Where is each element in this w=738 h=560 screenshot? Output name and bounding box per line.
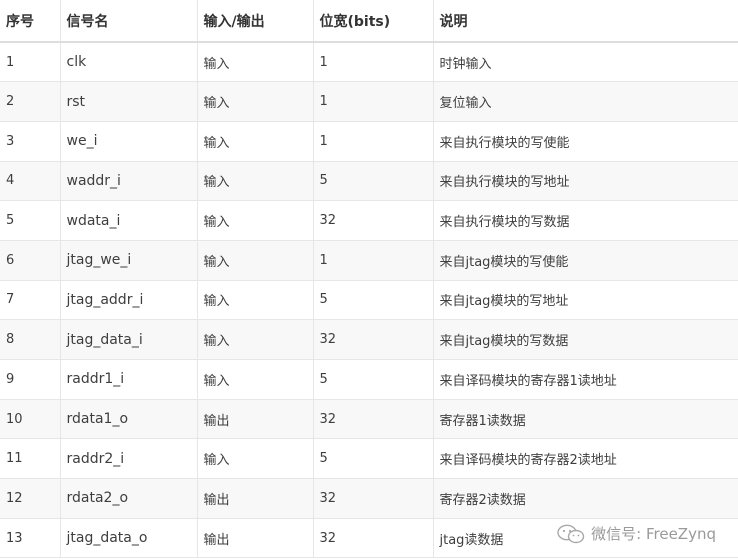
- cell-index: 11: [0, 438, 60, 480]
- cell-width: 5: [312, 359, 433, 400]
- cell-index: 2: [0, 81, 60, 122]
- cell-description: 来自译码模块的寄存器2读地址: [432, 438, 738, 480]
- cell-direction: 输入: [196, 319, 313, 360]
- cell-description: 来自译码模块的寄存器1读地址: [432, 359, 738, 400]
- cell-width: 32: [312, 399, 433, 440]
- header-width: 位宽(bits): [312, 0, 433, 43]
- cell-index: 8: [0, 319, 60, 360]
- cell-description: 来自执行模块的写数据: [432, 200, 738, 241]
- header-description: 说明: [432, 0, 738, 43]
- cell-signal-name: jtag_we_i: [59, 240, 197, 281]
- table-row: 4 waddr_i 输入 5 来自执行模块的写地址: [0, 161, 738, 202]
- cell-signal-name: waddr_i: [59, 161, 197, 202]
- cell-description: 来自执行模块的写使能: [432, 121, 738, 162]
- cell-direction: 输入: [196, 438, 313, 480]
- cell-signal-name: rst: [59, 81, 197, 122]
- cell-width: 1: [312, 121, 433, 162]
- table-row: 12 rdata2_o 输出 32 寄存器2读数据: [0, 478, 738, 519]
- cell-width: 32: [312, 518, 433, 559]
- cell-description: 来自jtag模块的写地址: [432, 280, 738, 321]
- cell-direction: 输入: [196, 240, 313, 281]
- cell-description: 复位输入: [432, 81, 738, 122]
- cell-signal-name: rdata1_o: [59, 399, 197, 440]
- cell-width: 1: [312, 42, 433, 83]
- cell-signal-name: wdata_i: [59, 200, 197, 241]
- cell-index: 9: [0, 359, 60, 400]
- cell-index: 5: [0, 200, 60, 241]
- cell-signal-name: raddr2_i: [59, 438, 197, 480]
- table-row: 7 jtag_addr_i 输入 5 来自jtag模块的写地址: [0, 280, 738, 321]
- watermark-text: 微信号: FreeZynq: [591, 525, 716, 543]
- table-row: 6 jtag_we_i 输入 1 来自jtag模块的写使能: [0, 240, 738, 281]
- cell-signal-name: clk: [59, 42, 197, 83]
- signal-table: 序号 信号名 输入/输出 位宽(bits) 说明 1 clk 输入 1 时钟输入 2 rst…: [0, 0, 738, 559]
- cell-width: 32: [312, 478, 433, 519]
- table-header-row: 序号 信号名 输入/输出 位宽(bits) 说明: [0, 0, 738, 43]
- cell-width: 1: [312, 81, 433, 122]
- cell-signal-name: rdata2_o: [59, 478, 197, 519]
- cell-direction: 输出: [196, 518, 313, 559]
- cell-description: 寄存器2读数据: [432, 478, 738, 519]
- cell-width: 5: [312, 438, 433, 480]
- cell-index: 13: [0, 518, 60, 559]
- cell-description: 寄存器1读数据: [432, 399, 738, 440]
- table-row: 9 raddr1_i 输入 5 来自译码模块的寄存器1读地址: [0, 359, 738, 400]
- cell-signal-name: jtag_data_o: [59, 518, 197, 559]
- header-index: 序号: [0, 0, 60, 43]
- table-row: 1 clk 输入 1 时钟输入: [0, 42, 738, 83]
- table-row: 3 we_i 输入 1 来自执行模块的写使能: [0, 121, 738, 162]
- cell-direction: 输出: [196, 478, 313, 519]
- cell-direction: 输入: [196, 42, 313, 83]
- cell-index: 7: [0, 280, 60, 321]
- cell-direction: 输出: [196, 399, 313, 440]
- cell-direction: 输入: [196, 359, 313, 400]
- cell-index: 3: [0, 121, 60, 162]
- cell-index: 4: [0, 161, 60, 202]
- cell-direction: 输入: [196, 161, 313, 202]
- cell-signal-name: we_i: [59, 121, 197, 162]
- cell-description: 来自jtag模块的写使能: [432, 240, 738, 281]
- table-row: 8 jtag_data_i 输入 32 来自jtag模块的写数据: [0, 319, 738, 360]
- cell-width: 1: [312, 240, 433, 281]
- header-signal-name: 信号名: [59, 0, 197, 43]
- cell-index: 6: [0, 240, 60, 281]
- cell-signal-name: jtag_data_i: [59, 319, 197, 360]
- cell-direction: 输入: [196, 121, 313, 162]
- cell-width: 32: [312, 200, 433, 241]
- cell-index: 12: [0, 478, 60, 519]
- cell-description: 时钟输入: [432, 42, 738, 83]
- cell-direction: 输入: [196, 200, 313, 241]
- cell-description: 来自jtag模块的写数据: [432, 319, 738, 360]
- cell-width: 5: [312, 161, 433, 202]
- cell-description: 来自执行模块的写地址: [432, 161, 738, 202]
- cell-direction: 输入: [196, 81, 313, 122]
- cell-index: 10: [0, 399, 60, 440]
- cell-signal-name: raddr1_i: [59, 359, 197, 400]
- table-row: 5 wdata_i 输入 32 来自执行模块的写数据: [0, 200, 738, 241]
- table-row: 10 rdata1_o 输出 32 寄存器1读数据: [0, 399, 738, 440]
- cell-width: 5: [312, 280, 433, 321]
- wechat-icon: [557, 524, 585, 543]
- cell-index: 1: [0, 42, 60, 83]
- table-row: 11 raddr2_i 输入 5 来自译码模块的寄存器2读地址: [0, 438, 738, 480]
- cell-direction: 输入: [196, 280, 313, 321]
- watermark: 微信号: FreeZynq: [557, 523, 716, 544]
- header-direction: 输入/输出: [196, 0, 313, 43]
- table-body: 1 clk 输入 1 时钟输入 2 rst 输入 1 复位输入 3 we_i 输入 1 来自执行模块的写使能…: [0, 42, 738, 559]
- table-row: 2 rst 输入 1 复位输入: [0, 81, 738, 122]
- cell-width: 32: [312, 319, 433, 360]
- cell-signal-name: jtag_addr_i: [59, 280, 197, 321]
